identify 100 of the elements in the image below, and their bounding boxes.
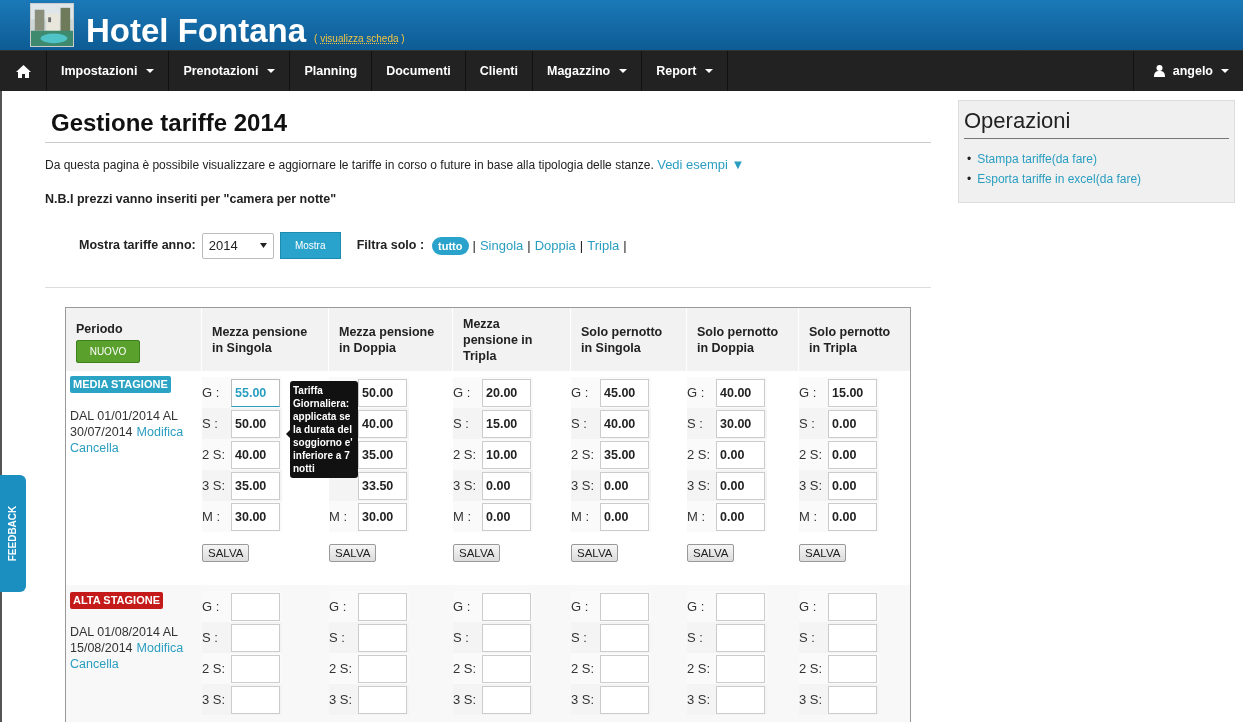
price-field[interactable]	[231, 592, 280, 621]
price-field[interactable]: 0.00	[600, 471, 649, 500]
nav-menu-item[interactable]: Magazzino	[533, 51, 643, 91]
separator: |	[472, 237, 476, 255]
view-details-link[interactable]: visualizza scheda	[320, 33, 399, 44]
column-header: Mezza pensione in Tripla	[463, 315, 534, 364]
home-icon	[15, 64, 31, 78]
field-label: S :	[799, 629, 816, 647]
price-field[interactable]: 40.00	[231, 440, 280, 469]
price-field[interactable]: 35.00	[600, 440, 649, 469]
price-field[interactable]	[231, 654, 280, 683]
nav-menu-item[interactable]: Impostazioni	[47, 51, 170, 91]
field-label: 3 S:	[202, 477, 227, 495]
date-range-start: DAL 01/08/2014 AL	[70, 624, 178, 640]
price-field[interactable]	[231, 623, 280, 652]
price-field[interactable]	[358, 623, 407, 652]
price-field[interactable]	[482, 623, 531, 652]
price-field[interactable]	[716, 654, 765, 683]
price-field[interactable]: 20.00	[482, 378, 531, 407]
save-button[interactable]: SALVA	[799, 544, 847, 563]
price-field[interactable]: 0.00	[482, 471, 531, 500]
save-button[interactable]: SALVA	[202, 544, 250, 563]
user-menu[interactable]: angelo	[1132, 51, 1243, 91]
price-field[interactable]	[828, 654, 877, 683]
nav-menu-item[interactable]: Prenotazioni	[169, 51, 291, 91]
price-field[interactable]: 10.00	[482, 440, 531, 469]
price-field[interactable]: 0.00	[716, 440, 765, 469]
date-range-end: 30/07/2014	[70, 424, 133, 440]
price-field[interactable]: 33.50	[358, 471, 407, 500]
field-label: 2 S:	[202, 446, 227, 464]
price-field[interactable]	[716, 592, 765, 621]
price-field[interactable]	[600, 685, 649, 714]
field-label: 3 S:	[799, 477, 824, 495]
save-button[interactable]: SALVA	[571, 544, 619, 563]
field-label: M :	[799, 508, 819, 526]
bullet: •	[967, 171, 972, 188]
note-text: N.B.I prezzi vanno inseriti per "camera per notte"	[45, 190, 338, 208]
user-icon	[1153, 65, 1165, 77]
price-field[interactable]	[600, 654, 649, 683]
price-field[interactable]: 0.00	[600, 502, 649, 531]
price-field[interactable]: 0.00	[716, 471, 765, 500]
field-label: G :	[687, 384, 706, 402]
price-field[interactable]	[828, 685, 877, 714]
field-label: M :	[687, 508, 707, 526]
price-field[interactable]	[828, 623, 877, 652]
field-label: 2 S:	[687, 446, 712, 464]
page-title: Gestione tariffe 2014	[51, 108, 289, 138]
price-field[interactable]	[600, 623, 649, 652]
price-field[interactable]	[716, 685, 765, 714]
price-field[interactable]: 0.00	[828, 440, 877, 469]
feedback-tab[interactable]: FEEDBACK	[0, 475, 26, 592]
year-select[interactable]: 2014	[201, 232, 274, 259]
price-field[interactable]: 30.00	[358, 502, 407, 531]
nav-menu-item[interactable]: Report	[642, 51, 729, 91]
price-field[interactable]	[828, 592, 877, 621]
price-field[interactable]	[358, 592, 407, 621]
nav-menu-item[interactable]: Documenti	[372, 51, 466, 91]
field-label: G :	[799, 598, 818, 616]
field-label: 2 S:	[453, 446, 478, 464]
price-field[interactable]: 0.00	[716, 502, 765, 531]
save-button[interactable]: SALVA	[329, 544, 377, 563]
price-field[interactable]	[482, 592, 531, 621]
price-field[interactable]: 35.00	[358, 440, 407, 469]
price-field[interactable]: 40.00	[600, 409, 649, 438]
price-field[interactable]: 30.00	[231, 502, 280, 531]
field-label: G :	[202, 384, 221, 402]
field-label: G :	[202, 598, 221, 616]
price-field[interactable]: 50.00	[358, 378, 407, 407]
price-field[interactable]	[358, 654, 407, 683]
field-label: 2 S:	[453, 660, 478, 678]
save-button[interactable]: SALVA	[687, 544, 735, 563]
price-field[interactable]: 35.00	[231, 471, 280, 500]
price-field[interactable]: 40.00	[358, 409, 407, 438]
column-header: Periodo	[76, 321, 123, 339]
field-label: G :	[329, 598, 348, 616]
price-field[interactable]: 15.00	[828, 378, 877, 407]
price-field[interactable]	[482, 654, 531, 683]
price-field[interactable]	[482, 685, 531, 714]
field-label: 3 S:	[453, 691, 478, 709]
price-field[interactable]: 30.00	[716, 409, 765, 438]
price-field[interactable]	[231, 685, 280, 714]
price-field[interactable]: 50.00	[231, 409, 280, 438]
price-field[interactable]	[600, 592, 649, 621]
nav-menu-item[interactable]: Clienti	[465, 51, 533, 91]
price-field[interactable]: 15.00	[482, 409, 531, 438]
price-field[interactable]: 45.00	[600, 378, 649, 407]
save-button[interactable]: SALVA	[453, 544, 501, 563]
price-field[interactable]	[358, 685, 407, 714]
column-header: Mezza pensione in Singola	[212, 323, 309, 356]
price-field[interactable]: 40.00	[716, 378, 765, 407]
column-header: Mezza pensione in Doppia	[339, 323, 436, 356]
price-field[interactable]	[716, 623, 765, 652]
price-field[interactable]: 0.00	[828, 409, 877, 438]
date-range-end: 15/08/2014	[70, 640, 133, 656]
bracket-close: )	[401, 33, 405, 44]
price-field[interactable]: 0.00	[828, 502, 877, 531]
price-field[interactable]: 0.00	[828, 471, 877, 500]
price-field[interactable]: 0.00	[482, 502, 531, 531]
field-label: M :	[453, 508, 473, 526]
nav-menu-item[interactable]: Planning	[290, 51, 373, 91]
